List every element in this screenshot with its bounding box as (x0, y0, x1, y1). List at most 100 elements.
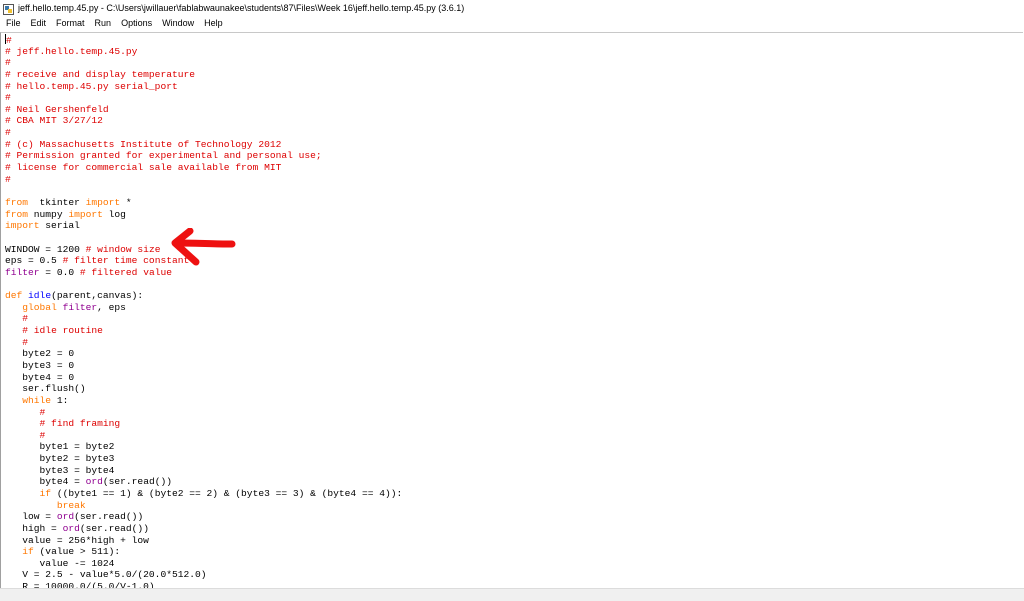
code-token: value = 256*high + low (5, 534, 149, 546)
code-token: # CBA MIT 3/27/12 (5, 115, 103, 127)
code-line: global filter, eps (5, 302, 402, 314)
code-line: # (5, 337, 402, 349)
menu-help[interactable]: Help (199, 15, 228, 32)
code-line: byte3 = byte4 (5, 465, 402, 477)
code-token: eps = 0.5 (5, 255, 63, 267)
menu-window[interactable]: Window (157, 15, 199, 32)
code-line: # Neil Gershenfeld (5, 104, 402, 116)
code-line: # (5, 407, 402, 419)
code-line: high = ord(ser.read()) (5, 523, 402, 535)
code-line: break (5, 500, 402, 512)
code-text[interactable]: # # jeff.hello.temp.45.py # # receive and d… (5, 34, 402, 589)
code-line: # (c) Massachusetts Institute of Technol… (5, 139, 402, 151)
python-idle-icon (3, 2, 14, 15)
code-token: # Neil Gershenfeld (5, 103, 109, 115)
menu-options[interactable]: Options (116, 15, 157, 32)
code-token: value -= 1024 (5, 557, 115, 569)
code-token: high = (5, 522, 63, 534)
code-token: import (85, 196, 121, 208)
code-token: import (68, 208, 103, 220)
code-token: V = 2.5 - value*5.0/(20.0*512.0) (5, 569, 207, 581)
code-token: (ser.read()) (102, 476, 172, 488)
code-token: byte4 = (5, 476, 86, 488)
menu-format[interactable]: Format (51, 15, 90, 32)
code-token: # filtered value (79, 266, 172, 278)
code-token: byte1 = byte2 (5, 441, 115, 453)
code-token: # (5, 92, 11, 104)
code-token: byte2 = byte3 (5, 453, 115, 465)
code-token: def (5, 290, 23, 302)
code-token: import (5, 220, 40, 232)
code-token: # window size (85, 243, 161, 255)
code-line: value -= 1024 (5, 558, 402, 570)
code-token: = 0.0 (39, 266, 80, 278)
code-token: break (56, 499, 86, 511)
code-line: # CBA MIT 3/27/12 (5, 115, 402, 127)
code-token: # license for commercial sale available … (5, 162, 282, 174)
code-line: # find framing (5, 418, 402, 430)
title-bar: jeff.hello.temp.45.py - C:\Users\jwillau… (0, 0, 1024, 15)
code-line: filter = 0.0 # filtered value (5, 267, 402, 279)
code-token: # idle routine (22, 325, 103, 337)
red-arrow-annotation (171, 228, 236, 266)
code-token: # (22, 336, 29, 348)
code-token: serial (39, 220, 80, 232)
code-token: # (39, 406, 46, 418)
code-token: 1: (51, 394, 69, 406)
code-line: # (5, 34, 402, 46)
code-line: # receive and display temperature (5, 69, 402, 81)
code-token: * (120, 196, 132, 208)
code-token: filter (5, 266, 40, 278)
code-token: byte3 = 0 (5, 359, 75, 371)
code-token: # (5, 57, 11, 69)
code-line: if ((byte1 == 1) & (byte2 == 2) & (byte3… (5, 487, 403, 500)
code-token: idle (28, 290, 52, 302)
code-line: from numpy import log (5, 209, 402, 221)
code-line: # (5, 430, 402, 442)
code-token: ((byte1 == 1) & (byte2 == 2) & (byte3 ==… (51, 487, 403, 499)
code-line: # hello.temp.45.py serial_port (5, 81, 402, 93)
code-token: ord (85, 476, 103, 488)
window-title: jeff.hello.temp.45.py - C:\Users\jwillau… (18, 2, 465, 13)
code-token: # (5, 127, 11, 139)
code-token: # (39, 429, 46, 441)
code-line: byte4 = 0 (5, 372, 402, 384)
code-token: # find framing (39, 418, 121, 430)
menu-bar: File Edit Format Run Options Window Help (0, 15, 1024, 32)
code-token: # Permission granted for experimental an… (5, 150, 322, 162)
menu-edit[interactable]: Edit (26, 15, 52, 32)
code-token: # hello.temp.45.py serial_port (5, 80, 178, 92)
code-line: V = 2.5 - value*5.0/(20.0*512.0) (5, 569, 402, 581)
code-line: # Permission granted for experimental an… (5, 150, 402, 162)
menu-run[interactable]: Run (90, 15, 117, 32)
code-token: if (22, 546, 34, 558)
code-token: ser.flush() (5, 383, 86, 395)
code-token: ord (62, 522, 80, 534)
code-line: # (5, 313, 402, 325)
code-line: value = 256*high + low (5, 535, 402, 547)
code-line: # idle routine (5, 325, 402, 337)
menu-file[interactable]: File (0, 15, 26, 32)
code-token: if (39, 487, 52, 499)
code-line: while 1: (5, 395, 402, 407)
code-token: filter (62, 301, 98, 313)
code-line: # (5, 127, 402, 139)
code-line: # (5, 174, 402, 186)
code-token: (ser.read()) (79, 522, 149, 534)
horizontal-scrollbar[interactable] (0, 588, 1024, 601)
code-editor[interactable]: # # jeff.hello.temp.45.py # # receive and d… (0, 32, 1023, 589)
code-line: byte2 = byte3 (5, 453, 402, 465)
code-line: # jeff.hello.temp.45.py (5, 46, 402, 58)
code-token: byte3 = byte4 (5, 464, 115, 476)
